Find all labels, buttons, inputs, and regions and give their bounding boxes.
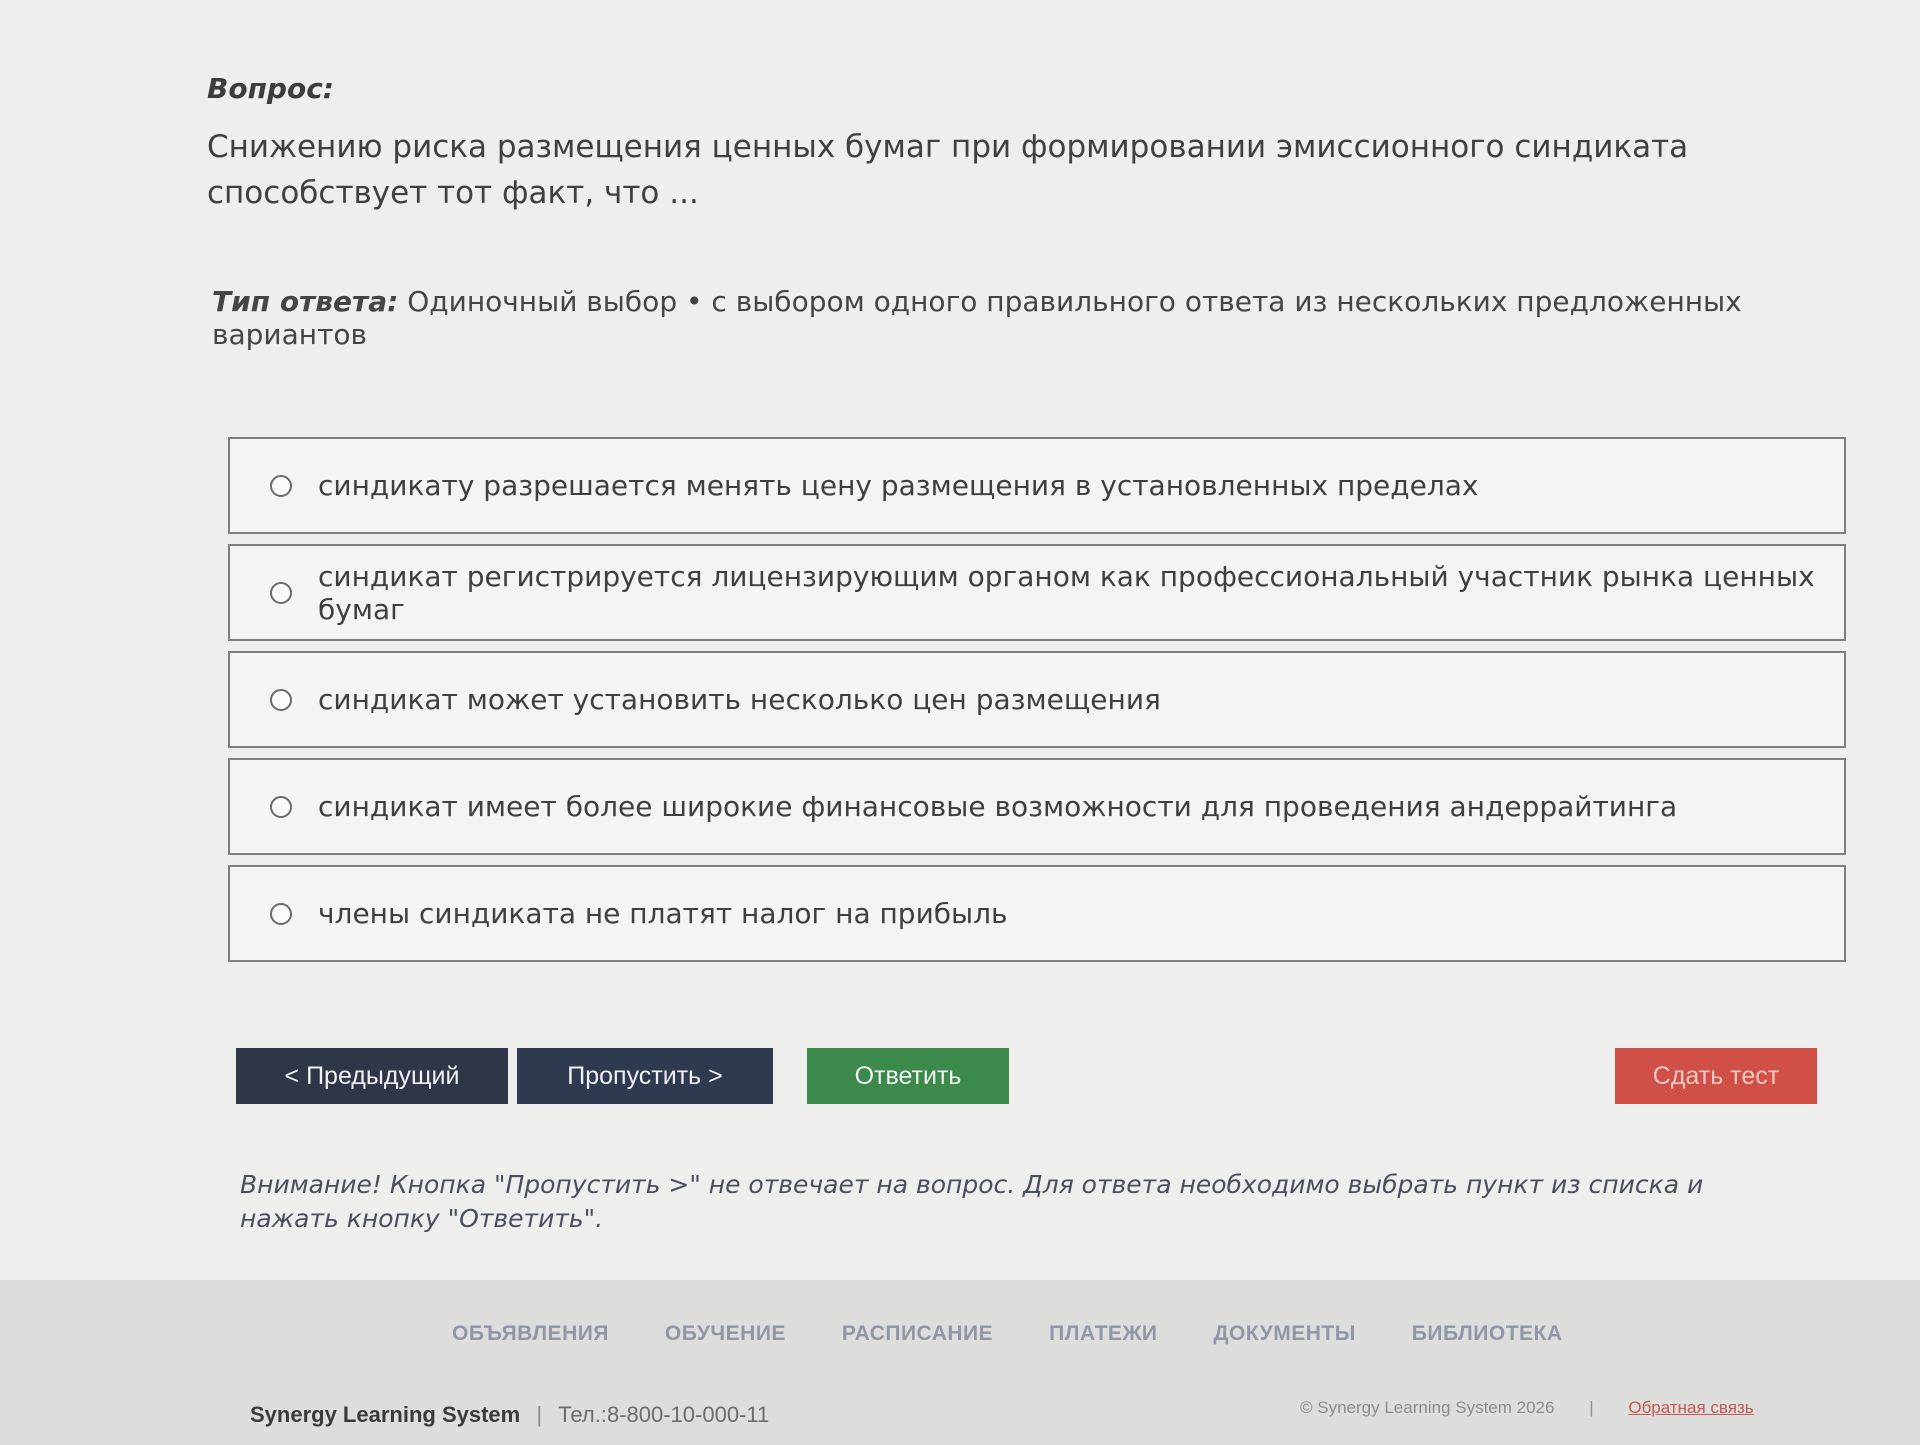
footer: ОБЪЯВЛЕНИЯ ОБУЧЕНИЕ РАСПИСАНИЕ ПЛАТЕЖИ Д… xyxy=(0,1280,1920,1445)
answer-button[interactable]: Ответить xyxy=(807,1048,1009,1104)
nav-announcements[interactable]: ОБЪЯВЛЕНИЯ xyxy=(452,1322,609,1346)
footer-copyright: © Synergy Learning System 2026 xyxy=(1300,1398,1555,1417)
footer-contact: Synergy Learning System | Тел.:8-800-10-… xyxy=(250,1402,769,1428)
question-label: Вопрос: xyxy=(207,72,334,105)
nav-schedule[interactable]: РАСПИСАНИЕ xyxy=(842,1322,993,1346)
answer-option-1[interactable]: синдикату разрешается менять цену размещ… xyxy=(228,437,1846,534)
submit-test-button[interactable]: Сдать тест xyxy=(1615,1048,1817,1104)
nav-payments[interactable]: ПЛАТЕЖИ xyxy=(1049,1322,1157,1346)
footer-separator: | xyxy=(536,1402,543,1427)
skip-warning: Внимание! Кнопка "Пропустить >" не отвеч… xyxy=(240,1170,1704,1233)
option-label: синдикату разрешается менять цену размещ… xyxy=(318,469,1479,502)
option-label: синдикат может установить несколько цен … xyxy=(318,683,1161,716)
skip-button[interactable]: Пропустить > xyxy=(517,1048,773,1104)
nav-learning[interactable]: ОБУЧЕНИЕ xyxy=(665,1322,786,1346)
test-page: Вопрос: Снижению риска размещения ценных… xyxy=(0,0,1920,1280)
answer-type-label: Тип ответа: xyxy=(212,285,399,318)
answer-option-3[interactable]: синдикат может установить несколько цен … xyxy=(228,651,1846,748)
answer-option-5[interactable]: члены синдиката не платят налог на прибы… xyxy=(228,865,1846,962)
answer-options: синдикату разрешается менять цену размещ… xyxy=(228,437,1846,972)
feedback-link[interactable]: Обратная связь xyxy=(1628,1398,1753,1417)
radio-button[interactable] xyxy=(270,581,292,604)
footer-copyright-block: © Synergy Learning System 2026 | Обратна… xyxy=(1300,1398,1754,1418)
radio-button[interactable] xyxy=(270,474,292,497)
question-text: Снижению риска размещения ценных бумаг п… xyxy=(207,129,1689,211)
option-label: члены синдиката не платят налог на прибы… xyxy=(318,897,1008,930)
option-label: синдикат имеет более широкие финансовые … xyxy=(318,790,1678,823)
previous-button[interactable]: < Предыдущий xyxy=(236,1048,508,1104)
answer-option-4[interactable]: синдикат имеет более широкие финансовые … xyxy=(228,758,1846,855)
radio-button[interactable] xyxy=(270,795,292,818)
footer-nav: ОБЪЯВЛЕНИЯ ОБУЧЕНИЕ РАСПИСАНИЕ ПЛАТЕЖИ Д… xyxy=(452,1322,1619,1346)
nav-documents[interactable]: ДОКУМЕНТЫ xyxy=(1214,1322,1356,1346)
option-label: синдикат регистрируется лицензирующим ор… xyxy=(318,559,1815,626)
footer-phone: Тел.:8-800-10-000-11 xyxy=(558,1402,770,1427)
footer-separator: | xyxy=(1589,1398,1594,1417)
answer-option-2[interactable]: синдикат регистрируется лицензирующим ор… xyxy=(228,544,1846,641)
footer-brand: Synergy Learning System xyxy=(250,1402,521,1427)
radio-button[interactable] xyxy=(270,688,292,711)
answer-type-text: Одиночный выбор • с выбором одного прави… xyxy=(212,285,1742,351)
nav-library[interactable]: БИБЛИОТЕКА xyxy=(1412,1322,1563,1346)
radio-button[interactable] xyxy=(270,902,292,925)
answer-type: Тип ответа: Одиночный выбор • с выбором … xyxy=(212,285,1772,351)
